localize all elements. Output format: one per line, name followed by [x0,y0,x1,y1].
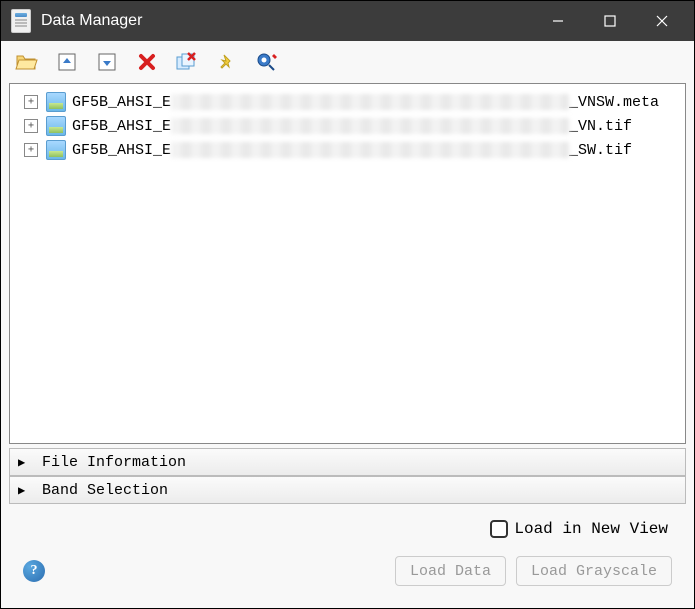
content-area: + GF5B_AHSI_E _VNSW.meta + GF5B_AHSI_E _VN.ti… [1,83,694,608]
minimize-button[interactable] [532,1,584,41]
help-icon[interactable]: ? [23,560,45,582]
titlebar[interactable]: Data Manager [1,1,694,41]
app-icon [11,9,31,33]
expand-icon[interactable]: + [24,95,38,109]
file-name-obscured [171,118,569,134]
file-name-suffix: _VN.tif [569,118,632,135]
file-name-label: GF5B_AHSI_E _SW.tif [72,142,632,159]
accordion-label: File Information [42,454,186,471]
tree-item[interactable]: + GF5B_AHSI_E _VN.tif [24,114,681,138]
raster-file-icon [46,92,66,112]
delete-icon[interactable] [133,48,161,76]
accordion-header[interactable]: ▶ Band Selection [9,476,686,504]
expand-icon[interactable]: + [24,143,38,157]
raster-file-icon [46,140,66,160]
open-folder-icon[interactable] [13,48,41,76]
close-button[interactable] [636,1,688,41]
window-title: Data Manager [41,12,142,30]
file-tree[interactable]: + GF5B_AHSI_E _VNSW.meta + GF5B_AHSI_E _VN.ti… [9,83,686,444]
file-name-obscured [171,142,569,158]
accordion: ▶ File Information ▶ Band Selection [9,448,686,504]
expand-down-icon[interactable] [93,48,121,76]
collapse-up-icon[interactable] [53,48,81,76]
maximize-button[interactable] [584,1,636,41]
chevron-right-icon: ▶ [18,483,32,498]
chevron-right-icon: ▶ [18,455,32,470]
footer-buttons: ? Load Data Load Grayscale [9,552,686,600]
file-name-prefix: GF5B_AHSI_E [72,118,171,135]
raster-file-icon [46,116,66,136]
toolbar [1,41,694,83]
file-name-prefix: GF5B_AHSI_E [72,94,171,111]
pin-icon[interactable] [213,48,241,76]
file-name-prefix: GF5B_AHSI_E [72,142,171,159]
pixel-locator-icon[interactable] [253,48,281,76]
file-name-suffix: _VNSW.meta [569,94,659,111]
expand-icon[interactable]: + [24,119,38,133]
load-in-new-view-label: Load in New View [514,520,668,538]
load-data-button[interactable]: Load Data [395,556,506,586]
window-root: Data Manager [0,0,695,609]
close-all-icon[interactable] [173,48,201,76]
load-in-new-view-row: Load in New View [9,504,686,552]
accordion-header[interactable]: ▶ File Information [9,448,686,476]
load-grayscale-button[interactable]: Load Grayscale [516,556,672,586]
tree-item[interactable]: + GF5B_AHSI_E _VNSW.meta [24,90,681,114]
file-name-label: GF5B_AHSI_E _VN.tif [72,118,632,135]
tree-item[interactable]: + GF5B_AHSI_E _SW.tif [24,138,681,162]
file-name-suffix: _SW.tif [569,142,632,159]
accordion-label: Band Selection [42,482,168,499]
file-name-label: GF5B_AHSI_E _VNSW.meta [72,94,659,111]
load-in-new-view-checkbox[interactable] [490,520,508,538]
file-name-obscured [171,94,569,110]
